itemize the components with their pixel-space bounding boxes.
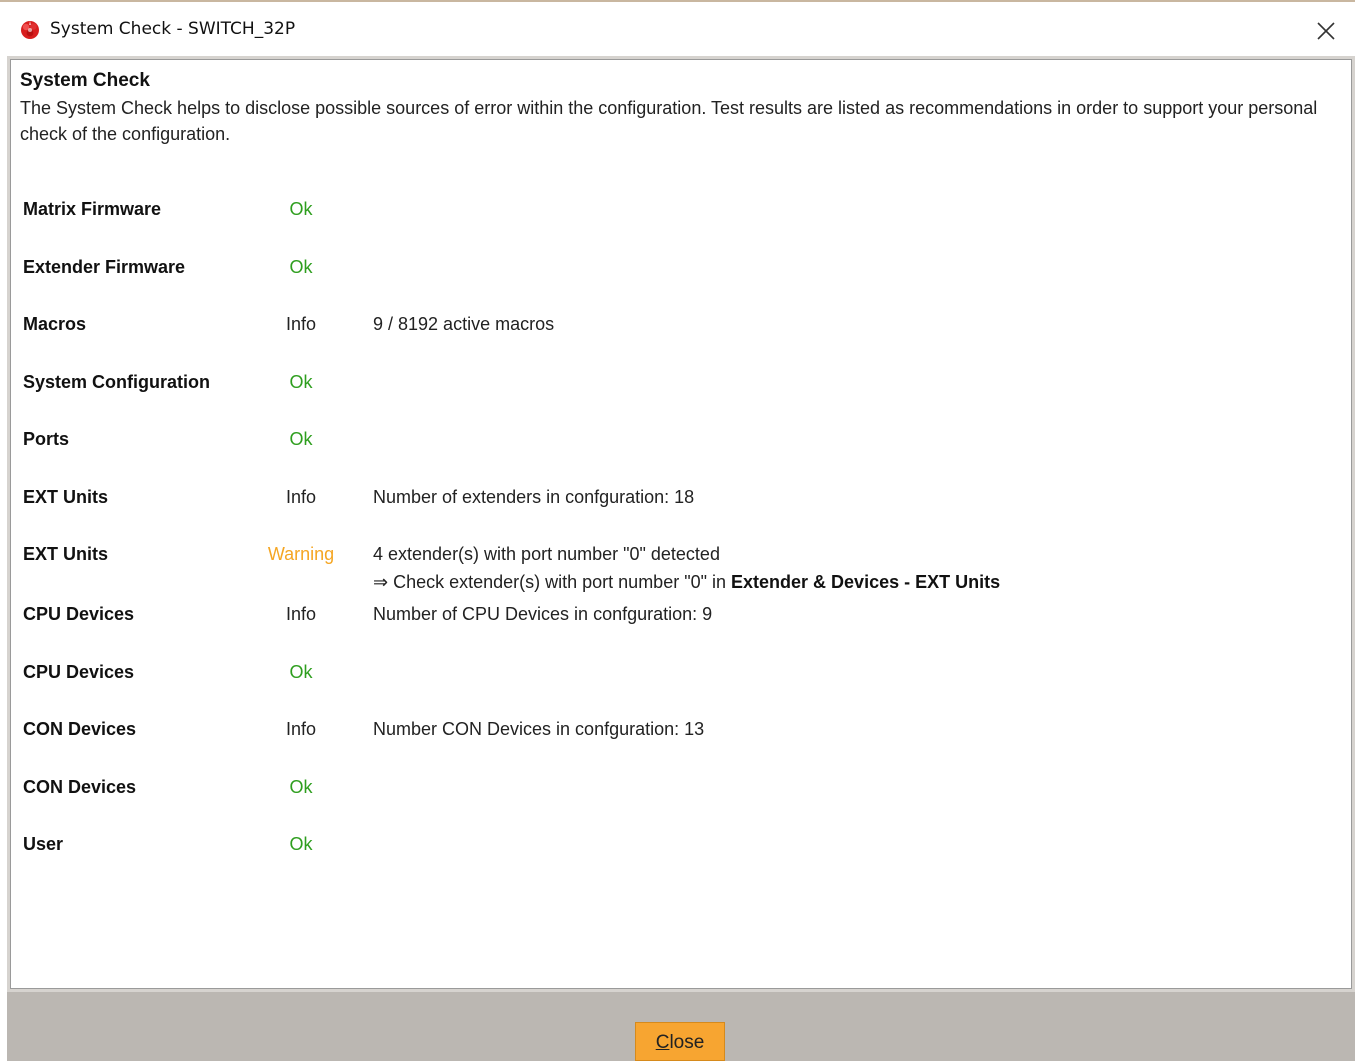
warning-hint-location: Extender & Devices - EXT Units — [731, 572, 1001, 592]
check-status: Ok — [289, 429, 313, 449]
window-title: System Check - SWITCH_32P — [50, 19, 296, 39]
check-name: System Configuration — [23, 371, 211, 392]
check-name: Ports — [23, 429, 70, 449]
warning-hint-text: ⇒ Check extender(s) with port number "0"… — [373, 572, 732, 592]
check-status: Ok — [289, 661, 313, 682]
check-status: Warning — [267, 544, 335, 564]
system-check-window: System Check - SWITCH_32P System Check T… — [0, 0, 1355, 1061]
close-icon[interactable] — [1311, 16, 1341, 46]
content-panel: System Check The System Check helps to d… — [10, 59, 1352, 989]
check-name: CPU Devices — [23, 604, 135, 624]
check-row: EXT Units Info Number of extenders in co… — [23, 475, 1323, 533]
warning-message: 4 extender(s) with port number "0" detec… — [373, 544, 720, 564]
check-name: Macros — [23, 314, 87, 334]
check-name: EXT Units — [23, 486, 109, 507]
check-message: 9 / 8192 active macros — [373, 314, 555, 334]
check-status: Info — [285, 314, 317, 334]
close-button-label: lose — [669, 1032, 705, 1053]
check-status: Info — [285, 719, 317, 739]
check-row: Matrix Firmware Ok — [23, 187, 1323, 245]
content-frame: System Check The System Check helps to d… — [7, 56, 1355, 992]
check-row: CON Devices Info Number CON Devices in c… — [23, 707, 1323, 765]
check-status: Ok — [289, 834, 313, 854]
check-name: CON Devices — [23, 719, 137, 739]
dialog-footer: Close — [7, 992, 1355, 1061]
check-name: Matrix Firmware — [23, 199, 162, 219]
check-results-list: Matrix Firmware Ok Extender Firmware Ok … — [23, 187, 1323, 880]
check-row: Extender Firmware Ok — [23, 245, 1323, 303]
check-name: User — [23, 834, 64, 854]
section-description: The System Check helps to disclose possi… — [20, 98, 1318, 144]
check-status: Ok — [289, 371, 313, 392]
check-status: Info — [285, 604, 317, 624]
check-name: CON Devices — [23, 776, 137, 797]
check-row: Macros Info 9 / 8192 active macros — [23, 302, 1323, 360]
check-status: Ok — [289, 256, 313, 277]
check-row: User Ok — [23, 822, 1323, 880]
close-button-mnemonic: C — [655, 1032, 670, 1053]
check-row: CON Devices Ok — [23, 765, 1323, 823]
title-bar[interactable]: System Check - SWITCH_32P — [0, 2, 1355, 56]
check-status: Ok — [289, 199, 313, 219]
section-title: System Check — [20, 70, 150, 91]
check-name: CPU Devices — [23, 661, 135, 682]
check-status: Info — [285, 486, 317, 507]
check-message: 4 extender(s) with port number "0" detec… — [373, 540, 1000, 596]
check-row: System Configuration Ok — [23, 360, 1323, 418]
check-name: Extender Firmware — [23, 256, 186, 277]
app-logo-icon — [21, 21, 39, 39]
check-message: Number of extenders in confguration: 18 — [373, 486, 695, 507]
check-name: EXT Units — [23, 544, 109, 564]
check-status: Ok — [289, 776, 313, 797]
check-message: Number CON Devices in confguration: 13 — [373, 719, 705, 739]
check-message: Number of CPU Devices in confguration: 9 — [373, 604, 713, 624]
check-row: EXT Units Warning 4 extender(s) with por… — [23, 532, 1323, 592]
check-row: Ports Ok — [23, 417, 1323, 475]
close-button[interactable]: Close — [635, 1022, 725, 1061]
check-row: CPU Devices Ok — [23, 650, 1323, 708]
check-row: CPU Devices Info Number of CPU Devices i… — [23, 592, 1323, 650]
